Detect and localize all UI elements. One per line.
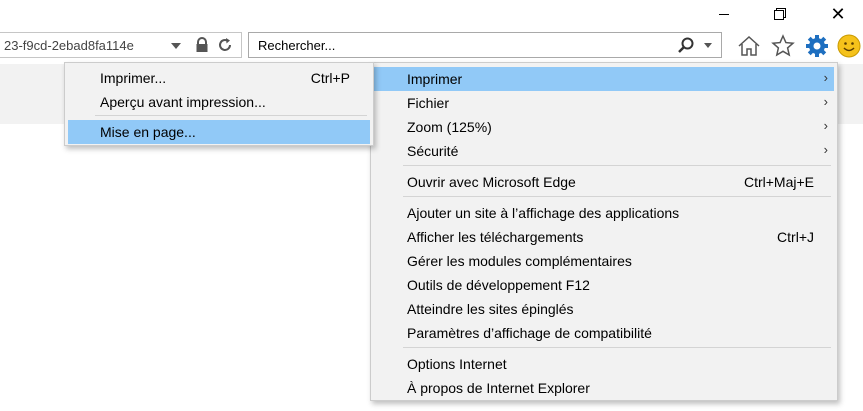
menu-item-add-site-apps[interactable]: Ajouter un site à l’affichage des applic… xyxy=(374,201,834,225)
menu-item-pinned-sites[interactable]: Atteindre les sites épinglés xyxy=(374,297,834,321)
search-icon[interactable] xyxy=(677,36,695,54)
menu-item-open-edge[interactable]: Ouvrir avec Microsoft Edge Ctrl+Maj+E xyxy=(374,170,834,194)
address-bar[interactable]: 23-f9cd-2ebad8fa114e xyxy=(0,32,242,58)
minimize-button[interactable] xyxy=(714,4,734,24)
search-dropdown-icon[interactable] xyxy=(704,43,712,48)
menu-item-zoom[interactable]: Zoom (125%) › xyxy=(374,115,834,139)
address-dropdown-icon[interactable] xyxy=(171,43,181,49)
gear-icon[interactable] xyxy=(805,34,829,58)
menu-item-fichier[interactable]: Fichier › xyxy=(374,91,834,115)
menu-separator xyxy=(403,347,831,348)
search-input[interactable]: Rechercher... xyxy=(258,38,335,53)
menu-item-imprimer[interactable]: Imprimer › xyxy=(374,67,834,91)
menu-item-addons[interactable]: Gérer les modules complémentaires xyxy=(374,249,834,273)
shortcut-label: Ctrl+P xyxy=(310,70,350,86)
restore-button[interactable] xyxy=(770,4,790,24)
menu-item-securite[interactable]: Sécurité › xyxy=(374,139,834,163)
feedback-smiley-icon[interactable] xyxy=(837,34,861,58)
menu-separator xyxy=(403,196,831,197)
submenu-item-page-setup[interactable]: Mise en page... xyxy=(68,120,370,144)
menu-item-devtools[interactable]: Outils de développement F12 xyxy=(374,273,834,297)
chevron-right-icon: › xyxy=(823,142,828,157)
print-submenu: Imprimer... Ctrl+P Aperçu avant impressi… xyxy=(64,62,374,146)
address-url: 23-f9cd-2ebad8fa114e xyxy=(4,38,134,53)
chevron-right-icon: › xyxy=(823,118,828,133)
lock-icon[interactable] xyxy=(194,37,210,53)
favorites-star-icon[interactable] xyxy=(771,34,795,58)
menu-item-about-ie[interactable]: À propos de Internet Explorer xyxy=(374,376,834,400)
menu-separator xyxy=(403,165,831,166)
submenu-item-print[interactable]: Imprimer... Ctrl+P xyxy=(68,66,370,90)
shortcut-label: Ctrl+J xyxy=(777,229,814,245)
restore-icon xyxy=(774,8,786,20)
shortcut-label: Ctrl+Maj+E xyxy=(743,174,814,190)
refresh-icon[interactable] xyxy=(216,36,234,54)
menu-separator xyxy=(95,115,367,116)
submenu-item-print-preview[interactable]: Aperçu avant impression... xyxy=(68,90,370,114)
home-icon[interactable] xyxy=(737,34,761,58)
tools-menu: Imprimer › Fichier › Zoom (125%) › Sécur… xyxy=(370,62,838,401)
close-button[interactable]: ✕ xyxy=(828,4,848,24)
search-bar[interactable]: Rechercher... xyxy=(248,32,722,58)
menu-item-internet-options[interactable]: Options Internet xyxy=(374,352,834,376)
chevron-right-icon: › xyxy=(823,70,828,85)
chevron-right-icon: › xyxy=(823,94,828,109)
menu-item-compat-view[interactable]: Paramètres d’affichage de compatibilité xyxy=(374,321,834,345)
menu-item-downloads[interactable]: Afficher les téléchargements Ctrl+J xyxy=(374,225,834,249)
